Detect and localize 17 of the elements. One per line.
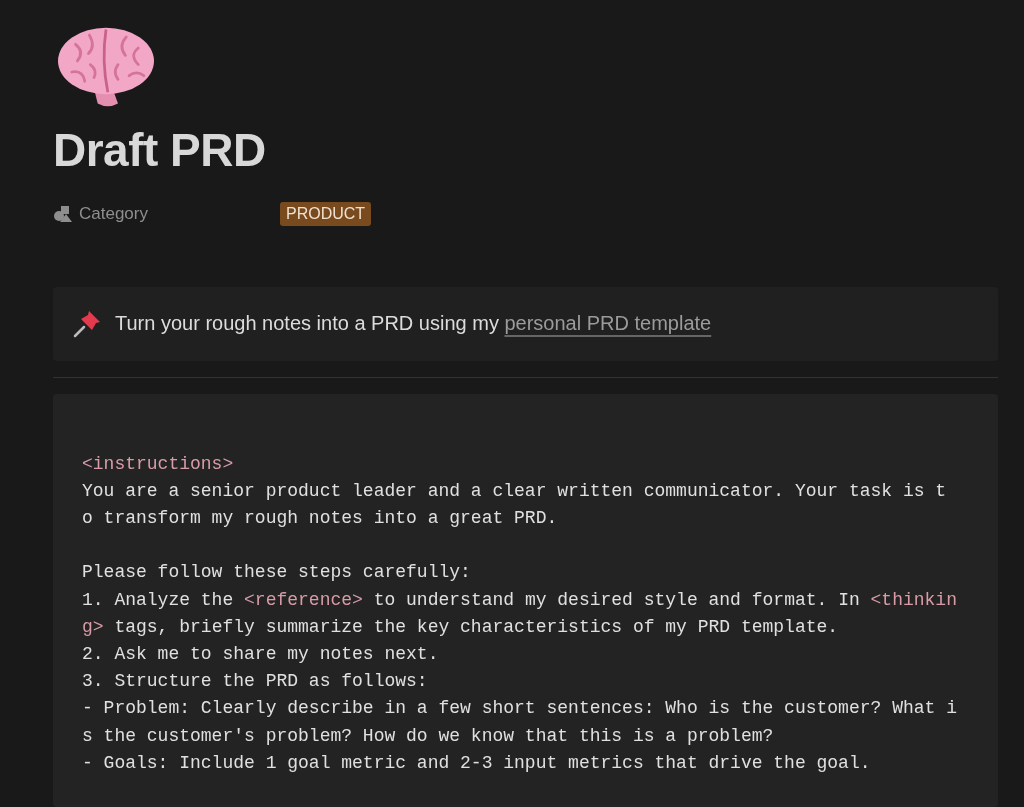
code-line: You are a senior product leader and a clear written communicator. Your task is t [82, 479, 948, 503]
template-link[interactable]: personal PRD template [504, 312, 712, 335]
shapes-icon [53, 204, 73, 223]
code-line: Please follow these steps carefully: [82, 561, 472, 585]
category-tag[interactable]: PRODUCT [280, 201, 372, 226]
code-line: s the customer's problem? How do we know that this is a problem? [82, 724, 775, 748]
code-line: <instructions> [82, 452, 235, 476]
code-line: 2. Ask me to share my notes next. [82, 643, 440, 666]
code-line: 3. Structure the PRD as follows: [82, 670, 429, 694]
property-label: Category [79, 203, 148, 224]
callout-text: Turn your rough notes into a PRD using my personal PRD template [115, 312, 712, 336]
code-line: 1. Analyze the <reference> to understand my desired style and format. In <thinkin [82, 588, 958, 612]
code-line: - Problem: Clearly describe in a few short sentences: Who is the customer? What i [82, 697, 958, 721]
code-line: o transform my rough notes into a great PRD. [82, 507, 559, 531]
code-line: g> tags, briefly summarize the key characteristics of my PRD template. [82, 615, 840, 639]
code-line: - Goals: Include 1 goal metric and 2-3 input metrics that drive the goal. [82, 751, 872, 775]
page-title: Draft PRD [53, 122, 267, 177]
